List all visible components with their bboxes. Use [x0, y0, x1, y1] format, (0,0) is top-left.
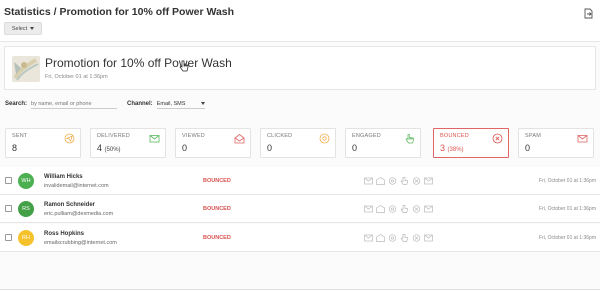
stat-percentage: (50%): [104, 147, 121, 153]
channel-label: Channel:: [127, 101, 153, 107]
filter-bar: Search: Channel: Email, SMS: [5, 98, 205, 110]
stat-value: 4 (50%): [97, 143, 121, 153]
event-icons: [364, 234, 433, 242]
campaign-title: Promotion for 10% off Power Wash: [45, 56, 232, 70]
export-icon[interactable]: [584, 8, 593, 19]
stat-label: BOUNCED: [440, 133, 469, 139]
stat-label: SPAM: [525, 133, 541, 139]
stat-card-spam[interactable]: SPAM 0: [518, 128, 594, 158]
stat-label: ENGAGED: [352, 133, 381, 139]
stat-value: 8: [12, 143, 18, 153]
recipient-name[interactable]: Ramon Schneider: [44, 202, 95, 208]
envelope-x-icon: [577, 135, 588, 143]
chevron-down-icon: [200, 102, 205, 105]
open-envelope-icon: [376, 234, 385, 242]
stat-label: CLICKED: [267, 133, 293, 139]
channel-select-value: Email, SMS: [156, 100, 186, 107]
at-sign-icon: [388, 234, 397, 242]
hand-pointer-icon: [405, 134, 414, 144]
at-sign-icon: [388, 177, 397, 185]
envelope-x-icon: [424, 177, 433, 185]
envelope-check-icon: [364, 177, 373, 185]
stat-value: 0: [352, 143, 358, 153]
page-title: Statistics / Promotion for 10% off Power…: [4, 6, 235, 18]
caret-down-icon: [30, 27, 35, 30]
event-icons: [364, 205, 433, 213]
mouse-cursor-icon: [179, 60, 189, 72]
at-sign-icon: [319, 133, 330, 144]
campaign-thumbnail: [12, 56, 40, 82]
avatar: RH: [18, 230, 34, 246]
recipient-email: invalidemail@internet.com: [44, 183, 109, 189]
stat-value: 0: [525, 143, 531, 153]
bottom-divider: [0, 289, 600, 290]
stat-card-clicked[interactable]: CLICKED 0: [260, 128, 336, 158]
x-circle-icon: [412, 177, 421, 185]
recipient-name[interactable]: William Hicks: [44, 174, 83, 180]
envelope-check-icon: [364, 205, 373, 213]
row-checkbox[interactable]: [5, 205, 12, 212]
stat-card-viewed[interactable]: VIEWED 0: [175, 128, 251, 158]
stat-value: 0: [182, 143, 188, 153]
x-circle-icon: [412, 205, 421, 213]
stat-value: 3 (38%): [440, 143, 464, 153]
stat-card-engaged[interactable]: ENGAGED 0: [345, 128, 421, 158]
hand-pointer-icon: [400, 234, 408, 242]
status-badge: BOUNCED: [203, 235, 231, 241]
avatar: RS: [18, 201, 34, 217]
statistics-page: Statistics / Promotion for 10% off Power…: [0, 0, 600, 291]
x-circle-icon: [492, 133, 503, 144]
envelope-check-icon: [149, 135, 160, 143]
recipient-row[interactable]: RS Ramon Schneider eric.pulliam@dexmedia…: [0, 195, 600, 223]
stats-row: SENT 8 DELIVERED 4 (50%) VIEWED 0 CLICKE…: [5, 128, 595, 158]
x-circle-icon: [412, 234, 421, 242]
envelope-check-icon: [364, 234, 373, 242]
avatar: WH: [18, 173, 34, 189]
envelope-x-icon: [424, 205, 433, 213]
envelope-x-icon: [424, 234, 433, 242]
stat-value: 0: [267, 143, 273, 153]
event-icons: [364, 177, 433, 185]
stat-label: SENT: [12, 133, 28, 139]
recipient-row[interactable]: RH Ross Hopkins emailscrubbing@internet.…: [0, 224, 600, 252]
campaign-image: [12, 56, 40, 82]
select-button-label: Select: [11, 25, 28, 32]
recipient-email: emailscrubbing@internet.com: [44, 240, 117, 246]
row-date: Fri, October 01 at 1:36pm: [539, 235, 596, 241]
search-label: Search:: [5, 101, 28, 107]
row-checkbox[interactable]: [5, 234, 12, 241]
recipient-email: eric.pulliam@dexmedia.com: [44, 211, 114, 217]
search-input[interactable]: [31, 99, 118, 109]
hand-pointer-icon: [400, 177, 408, 185]
recipient-name[interactable]: Ross Hopkins: [44, 231, 84, 237]
status-badge: BOUNCED: [203, 178, 231, 184]
stat-card-delivered[interactable]: DELIVERED 4 (50%): [90, 128, 166, 158]
top-bar: Statistics / Promotion for 10% off Power…: [0, 0, 600, 42]
hand-pointer-icon: [400, 205, 408, 213]
stat-percentage: (38%): [447, 147, 464, 153]
row-date: Fri, October 01 at 1:36pm: [539, 206, 596, 212]
open-envelope-icon: [234, 133, 245, 144]
open-envelope-icon: [376, 177, 385, 185]
channel-select[interactable]: Email, SMS: [156, 99, 205, 109]
row-date: Fri, October 01 at 1:36pm: [539, 178, 596, 184]
stat-card-sent[interactable]: SENT 8: [5, 128, 81, 158]
recipient-row[interactable]: WH William Hicks invalidemail@internet.c…: [0, 167, 600, 195]
open-envelope-icon: [376, 205, 385, 213]
campaign-date: Fri, October 01 at 1:36pm: [45, 74, 108, 80]
select-dropdown-button[interactable]: Select: [4, 22, 42, 35]
stat-card-bounced[interactable]: BOUNCED 3 (38%): [433, 128, 509, 158]
row-checkbox[interactable]: [5, 177, 12, 184]
campaign-header-card: Promotion for 10% off Power Wash Fri, Oc…: [4, 46, 596, 90]
status-badge: BOUNCED: [203, 206, 231, 212]
at-sign-icon: [388, 205, 397, 213]
stat-label: DELIVERED: [97, 133, 130, 139]
stat-label: VIEWED: [182, 133, 205, 139]
paper-plane-icon: [64, 133, 75, 144]
